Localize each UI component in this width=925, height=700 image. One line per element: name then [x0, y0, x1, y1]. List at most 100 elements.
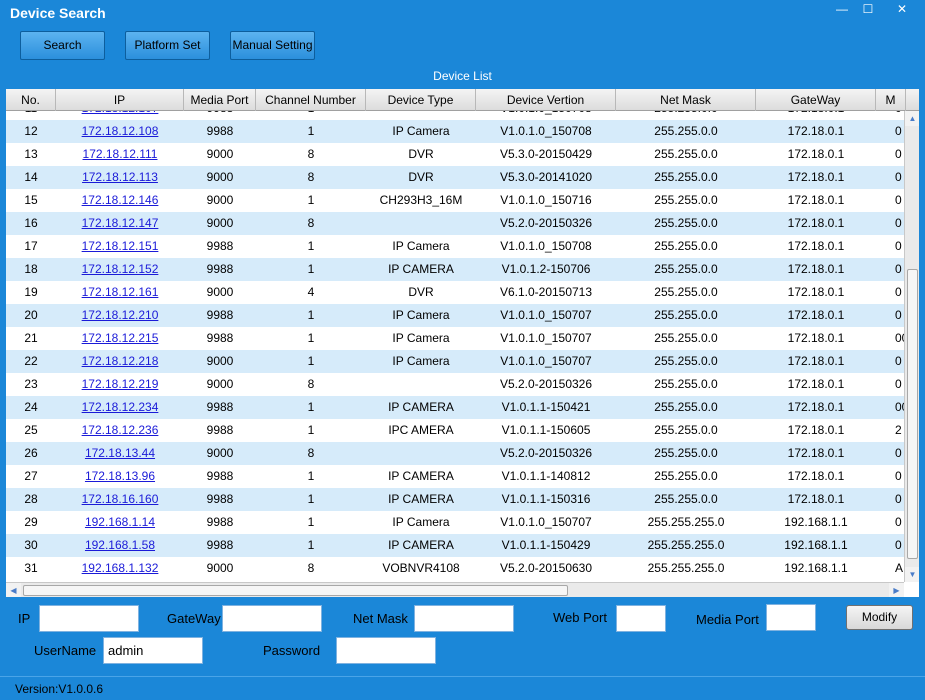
header-col-channel-number[interactable]: Channel Number: [256, 89, 366, 111]
cell-device-type: [366, 373, 476, 396]
cell-m: 0: [895, 538, 902, 552]
ip-link[interactable]: 192.168.1.14: [56, 511, 184, 534]
manual-setting-button[interactable]: Manual Setting: [230, 31, 315, 60]
ip-link[interactable]: 172.18.12.151: [56, 235, 184, 258]
scroll-down-icon[interactable]: ▼: [905, 567, 919, 582]
ip-link[interactable]: 172.18.12.218: [56, 350, 184, 373]
table-row[interactable]: 31 192.168.1.132 9000 8 VOBNVR4108 V5.2.0-201…: [6, 557, 904, 580]
ip-link[interactable]: 192.168.1.132: [56, 557, 184, 580]
header-col-no[interactable]: No.: [6, 89, 56, 111]
cell-no: 19: [24, 285, 38, 299]
ip-link[interactable]: 172.18.12.219: [56, 373, 184, 396]
ip-link[interactable]: 172.18.12.146: [56, 189, 184, 212]
ip-link[interactable]: 172.18.12.113: [56, 166, 184, 189]
minimize-button[interactable]: —: [831, 1, 853, 17]
header-col-device-type[interactable]: Device Type: [366, 89, 476, 111]
cell-channel-number: 4: [307, 285, 315, 299]
username-field[interactable]: [103, 637, 203, 664]
cell-gateway: 172.18.0.1: [787, 193, 845, 207]
cell-device-type: IP CAMERA: [388, 400, 454, 414]
media-port-field[interactable]: [766, 604, 816, 631]
scroll-left-icon[interactable]: ◀: [6, 583, 21, 597]
ip-link[interactable]: 172.18.13.96: [56, 465, 184, 488]
ip-link[interactable]: 172.18.12.210: [56, 304, 184, 327]
cell-gateway: 172.18.0.1: [787, 354, 845, 368]
ip-link[interactable]: 172.18.12.236: [56, 419, 184, 442]
cell-m: 0: [895, 147, 902, 161]
cell-media-port: 9000: [206, 446, 234, 460]
table-row[interactable]: 25 172.18.12.236 9988 1 IPC AMERA V1.0.1.1-15…: [6, 419, 904, 442]
scroll-up-icon[interactable]: ▲: [905, 111, 919, 126]
table-row[interactable]: 14 172.18.12.113 9000 8 DVR V5.3.0-20141020 25…: [6, 166, 904, 189]
maximize-button[interactable]: ☐: [857, 1, 879, 17]
cell-no: 31: [24, 561, 38, 575]
table-row[interactable]: 19 172.18.12.161 9000 4 DVR V6.1.0-20150713 25…: [6, 281, 904, 304]
cell-device-version: V1.0.1.0_150707: [500, 308, 592, 322]
cell-device-type: IP CAMERA: [388, 262, 454, 276]
ip-link[interactable]: 192.168.1.58: [56, 534, 184, 557]
cell-gateway: 172.18.0.1: [787, 492, 845, 506]
close-button[interactable]: ✕: [891, 1, 913, 17]
ip-link[interactable]: 172.18.12.152: [56, 258, 184, 281]
netmask-field[interactable]: [414, 605, 514, 632]
table-row[interactable]: 18 172.18.12.152 9988 1 IP CAMERA V1.0.1.2-15…: [6, 258, 904, 281]
table-row[interactable]: 26 172.18.13.44 9000 8 V5.2.0-20150326 255.25…: [6, 442, 904, 465]
table-row[interactable]: 29 192.168.1.14 9988 1 IP Camera V1.0.1.0_150…: [6, 511, 904, 534]
netmask-label: Net Mask: [353, 611, 408, 626]
ip-link[interactable]: 172.18.12.161: [56, 281, 184, 304]
table-row[interactable]: 27 172.18.13.96 9988 1 IP CAMERA V1.0.1.1-140…: [6, 465, 904, 488]
cell-channel-number: 8: [307, 446, 315, 460]
cell-device-version: V1.0.1.1-150421: [501, 400, 591, 414]
table-row[interactable]: 17 172.18.12.151 9988 1 IP Camera V1.0.1.0_15…: [6, 235, 904, 258]
header-col-m[interactable]: M: [876, 89, 906, 111]
cell-channel-number: 1: [307, 331, 315, 345]
table-row[interactable]: 30 192.168.1.58 9988 1 IP CAMERA V1.0.1.1-150…: [6, 534, 904, 557]
ip-field[interactable]: [39, 605, 139, 632]
cell-device-type: VOBNVR4108: [382, 561, 460, 575]
title-bar: Device Search — ☐ ✕: [0, 0, 925, 26]
ip-link[interactable]: 172.18.12.215: [56, 327, 184, 350]
header-col-ip[interactable]: IP: [56, 89, 184, 111]
ip-link[interactable]: 172.18.13.44: [56, 442, 184, 465]
cell-net-mask: 255.255.255.0: [647, 515, 725, 529]
header-col-net-mask[interactable]: Net Mask: [616, 89, 756, 111]
horizontal-scrollbar[interactable]: ◀ ▶: [6, 582, 904, 597]
password-field[interactable]: [336, 637, 436, 664]
cell-m: 0: [895, 308, 902, 322]
platform-set-button[interactable]: Platform Set: [125, 31, 210, 60]
header-col-device-version[interactable]: Device Vertion: [476, 89, 616, 111]
horizontal-scroll-thumb[interactable]: [23, 585, 568, 596]
table-row[interactable]: 21 172.18.12.215 9988 1 IP Camera V1.0.1.0_15…: [6, 327, 904, 350]
scroll-right-icon[interactable]: ▶: [889, 583, 904, 597]
cell-channel-number: 1: [307, 400, 315, 414]
table-row[interactable]: 23 172.18.12.219 9000 8 V5.2.0-20150326 255.2…: [6, 373, 904, 396]
header-col-media-port[interactable]: Media Port: [184, 89, 256, 111]
header-col-gateway[interactable]: GateWay: [756, 89, 876, 111]
vertical-scrollbar[interactable]: ▲ ▼: [904, 111, 919, 582]
web-port-field[interactable]: [616, 605, 666, 632]
ip-link[interactable]: 172.18.12.107: [56, 111, 184, 120]
ip-link[interactable]: 172.18.12.234: [56, 396, 184, 419]
ip-link[interactable]: 172.18.12.111: [56, 143, 184, 166]
ip-link[interactable]: 172.18.12.147: [56, 212, 184, 235]
table-row-partial[interactable]: 11172.18.12.10799881 V1.0.1.0_150708255.2…: [6, 111, 904, 120]
table-row[interactable]: 13 172.18.12.111 9000 8 DVR V5.3.0-20150429 25…: [6, 143, 904, 166]
vertical-scroll-thumb[interactable]: [907, 269, 918, 559]
table-row[interactable]: 12 172.18.12.108 9988 1 IP Camera V1.0.1.0_15…: [6, 120, 904, 143]
table-row[interactable]: 24 172.18.12.234 9988 1 IP CAMERA V1.0.1.1-15…: [6, 396, 904, 419]
table-row[interactable]: 16 172.18.12.147 9000 8 V5.2.0-20150326 255.2…: [6, 212, 904, 235]
ip-link[interactable]: 172.18.12.108: [56, 120, 184, 143]
table-row[interactable]: 22 172.18.12.218 9000 1 IP Camera V1.0.1.0_15…: [6, 350, 904, 373]
table-row[interactable]: 28 172.18.16.160 9988 1 IP CAMERA V1.0.1.1-15…: [6, 488, 904, 511]
cell-device-version: V5.2.0-20150630: [499, 561, 593, 575]
gateway-field[interactable]: [222, 605, 322, 632]
cell-channel-number: 1: [307, 193, 315, 207]
cell-gateway: 172.18.0.1: [787, 400, 845, 414]
table-row[interactable]: 20 172.18.12.210 9988 1 IP Camera V1.0.1.0_15…: [6, 304, 904, 327]
cell-media-port: 9988: [206, 423, 234, 437]
ip-link[interactable]: 172.18.16.160: [56, 488, 184, 511]
modify-button[interactable]: Modify: [846, 605, 913, 630]
table-row[interactable]: 15 172.18.12.146 9000 1 CH293H3_16M V1.0.1.0_…: [6, 189, 904, 212]
search-button[interactable]: Search: [20, 31, 105, 60]
cell-net-mask: 255.255.0.0: [654, 308, 718, 322]
